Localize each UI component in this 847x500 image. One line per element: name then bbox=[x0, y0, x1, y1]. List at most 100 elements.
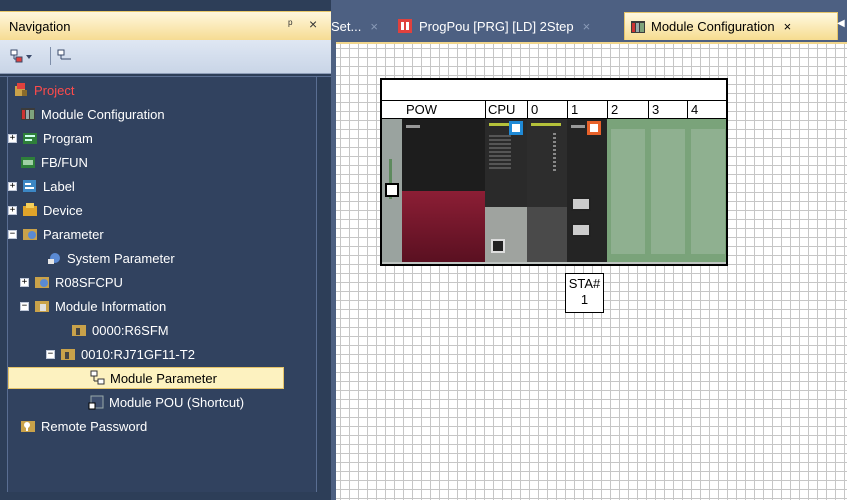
slot-label-pow: POW bbox=[406, 102, 438, 117]
slot-divider bbox=[687, 101, 688, 119]
base-marker bbox=[385, 183, 399, 197]
tree-item-parameter[interactable]: − Parameter bbox=[8, 223, 104, 245]
tree-item-device[interactable]: + Device bbox=[8, 199, 83, 221]
module-info-icon bbox=[34, 298, 50, 314]
collapse-tree-button[interactable] bbox=[57, 47, 73, 65]
cpu-selection-marker bbox=[509, 121, 523, 135]
document-tab-bar: Set... × ProgPou [PRG] [LD] 2Step × Modu… bbox=[331, 0, 847, 42]
station-label: STA# bbox=[568, 276, 601, 291]
tree-item-label: Module POU (Shortcut) bbox=[109, 394, 245, 410]
navigation-pane: Navigation ᵖ × Project Module Configurat… bbox=[0, 0, 331, 500]
expand-icon[interactable]: + bbox=[8, 133, 17, 143]
close-icon[interactable]: × bbox=[583, 19, 591, 34]
tree-item-label: Program bbox=[43, 130, 93, 146]
tree-view-dropdown-button[interactable] bbox=[10, 47, 34, 65]
tab-label: Set... bbox=[331, 18, 362, 34]
module-icon bbox=[71, 322, 87, 338]
ethernet-port-icon bbox=[491, 239, 505, 253]
network-selection-marker bbox=[587, 121, 601, 135]
ethernet-port-icon bbox=[571, 223, 591, 237]
remote-password-icon bbox=[20, 418, 36, 434]
fbfun-icon bbox=[20, 154, 36, 170]
collapse-tree-icon bbox=[57, 49, 71, 60]
tree-item-r08sfcpu[interactable]: + R08SFCPU bbox=[20, 271, 123, 293]
tree-item-project[interactable]: Project bbox=[13, 79, 74, 101]
label-icon bbox=[22, 178, 38, 194]
module-configuration-canvas[interactable]: POW CPU 0 1 2 3 4 STA# 1 bbox=[336, 42, 847, 500]
expand-icon[interactable]: + bbox=[8, 205, 17, 215]
slot-label-3: 3 bbox=[652, 102, 660, 117]
slot-1-network-module[interactable] bbox=[567, 119, 607, 262]
station-number-box: STA# 1 bbox=[565, 273, 604, 313]
slot-label-4: 4 bbox=[691, 102, 699, 117]
navigation-tree: Project Module Configuration + Program F… bbox=[0, 76, 331, 500]
tree-item-rj71gf11-t2[interactable]: − 0010:RJ71GF11-T2 bbox=[46, 343, 195, 365]
tab-settings[interactable]: Set... × bbox=[331, 12, 381, 40]
tree-item-label: Parameter bbox=[43, 226, 104, 242]
tree-item-r6sfm[interactable]: 0000:R6SFM bbox=[71, 319, 169, 341]
system-parameter-icon bbox=[46, 250, 62, 266]
tree-item-module-parameter[interactable]: Module Parameter bbox=[8, 367, 284, 389]
base-edge bbox=[382, 119, 402, 262]
cpu-module[interactable] bbox=[485, 119, 527, 262]
tree-item-label: 0010:RJ71GF11-T2 bbox=[81, 346, 195, 362]
tree-item-label: Project bbox=[34, 82, 75, 98]
close-icon[interactable]: × bbox=[370, 19, 378, 34]
tree-item-label: 0000:R6SFM bbox=[92, 322, 169, 338]
toolbar-divider bbox=[50, 47, 51, 65]
tree-item-module-pou[interactable]: Module POU (Shortcut) bbox=[88, 391, 244, 413]
tree-item-program[interactable]: + Program bbox=[8, 127, 93, 149]
tree-item-module-information[interactable]: − Module Information bbox=[20, 295, 166, 317]
tree-item-label: Device bbox=[43, 202, 83, 218]
module-config-icon bbox=[20, 106, 36, 122]
tree-item-fbfun[interactable]: FB/FUN bbox=[20, 151, 88, 173]
slot-divider bbox=[567, 101, 568, 119]
tree-item-module-configuration[interactable]: Module Configuration bbox=[20, 103, 165, 125]
tab-label: ProgPou [PRG] [LD] 2Step bbox=[419, 18, 574, 34]
navigation-title: Navigation bbox=[9, 19, 71, 34]
slot-label-2: 2 bbox=[611, 102, 619, 117]
tree-item-label: Module Information bbox=[55, 298, 167, 314]
program-icon bbox=[22, 130, 38, 146]
close-icon[interactable]: × bbox=[309, 16, 317, 32]
tree-item-label: R08SFCPU bbox=[55, 274, 123, 290]
slot-0-module[interactable] bbox=[527, 119, 567, 262]
module-pou-icon bbox=[88, 394, 104, 410]
collapse-icon[interactable]: − bbox=[8, 229, 17, 239]
module-config-icon bbox=[630, 19, 646, 35]
navigation-toolbar bbox=[0, 40, 331, 74]
device-icon bbox=[22, 202, 38, 218]
project-icon bbox=[13, 82, 29, 98]
expand-icon[interactable]: + bbox=[20, 277, 29, 287]
slot-label-cpu: CPU bbox=[488, 102, 516, 117]
collapse-icon[interactable]: − bbox=[20, 301, 29, 311]
tab-progpou[interactable]: ProgPou [PRG] [LD] 2Step × bbox=[397, 12, 622, 40]
tree-item-label-folder[interactable]: + Label bbox=[8, 175, 75, 197]
close-icon[interactable]: × bbox=[784, 19, 792, 34]
tree-item-remote-password[interactable]: Remote Password bbox=[20, 415, 147, 437]
rack-body bbox=[382, 119, 726, 264]
module-parameter-icon bbox=[89, 370, 105, 386]
tab-label: Module Configuration bbox=[651, 19, 775, 34]
slot-divider bbox=[648, 101, 649, 119]
pin-icon[interactable]: ᵖ bbox=[288, 17, 293, 31]
collapse-icon[interactable]: − bbox=[46, 349, 55, 359]
power-supply-module[interactable] bbox=[402, 119, 485, 262]
tree-item-label: System Parameter bbox=[67, 250, 175, 266]
ethernet-port-icon bbox=[571, 197, 591, 211]
slot-divider bbox=[485, 101, 486, 119]
slot-label-0: 0 bbox=[531, 102, 539, 117]
tree-item-system-parameter[interactable]: System Parameter bbox=[46, 247, 175, 269]
tab-module-configuration[interactable]: Module Configuration × bbox=[624, 12, 838, 40]
tree-item-label: Remote Password bbox=[41, 418, 148, 434]
navigation-tree-panel: Project Module Configuration + Program F… bbox=[7, 77, 317, 492]
slot-label-row: POW CPU 0 1 2 3 4 bbox=[382, 101, 726, 119]
expand-icon[interactable]: + bbox=[8, 181, 17, 191]
navigation-header: Navigation ᵖ × bbox=[0, 11, 331, 40]
base-unit-rack[interactable]: POW CPU 0 1 2 3 4 bbox=[380, 78, 728, 266]
tab-scroll-icon[interactable]: ◀ bbox=[837, 18, 845, 29]
rack-header bbox=[382, 80, 726, 101]
empty-slots[interactable] bbox=[607, 119, 726, 262]
module-icon bbox=[60, 346, 76, 362]
tree-item-label: Label bbox=[43, 178, 75, 194]
